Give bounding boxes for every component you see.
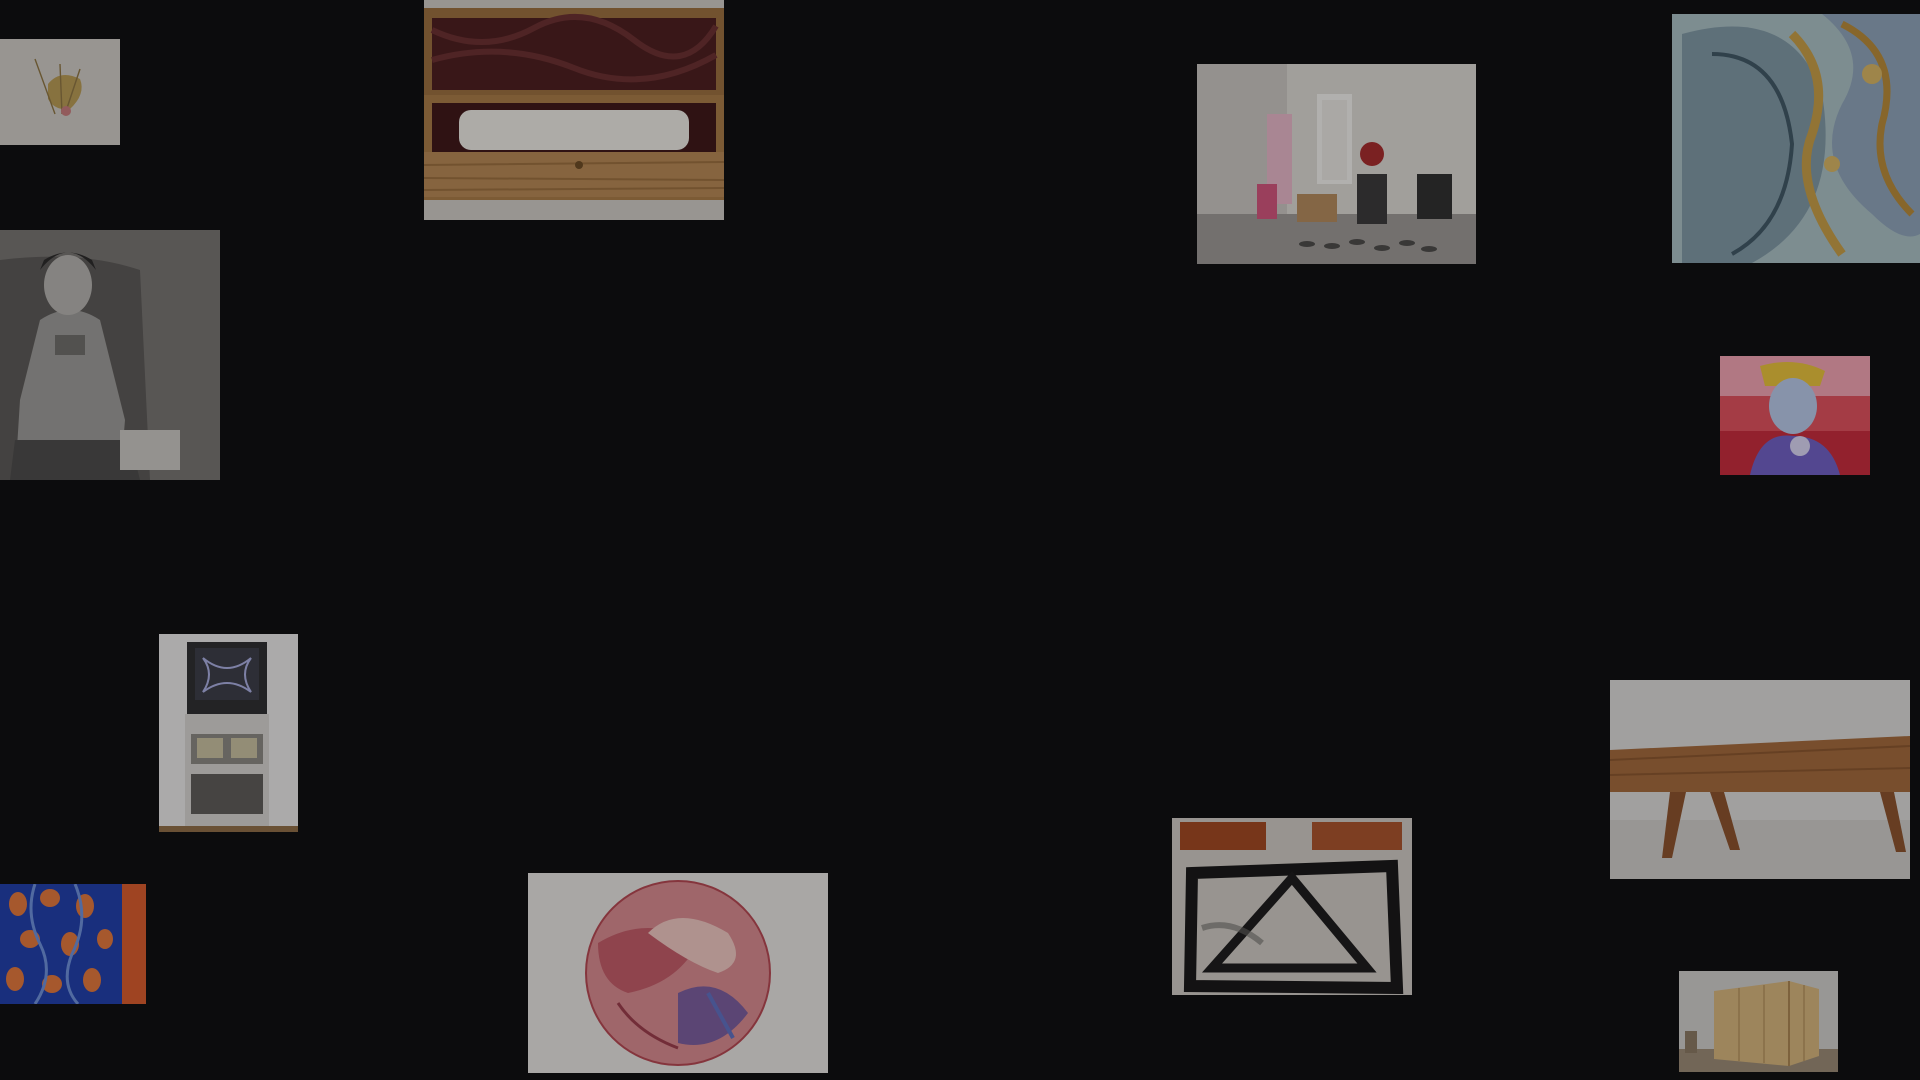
artwork-thumbnail-portrait-photo[interactable]: [0, 230, 220, 480]
bw-portrait-photo-thumbnail-icon: [0, 230, 220, 480]
artwork-thumbnail-surreal-painting[interactable]: [1672, 14, 1920, 263]
artwork-thumbnail-wooden-box[interactable]: [424, 0, 724, 220]
tv-cabinet-installation-thumbnail-icon: [159, 634, 298, 832]
surreal-painting-thumbnail-icon: [1672, 14, 1920, 263]
botanical-drawing-thumbnail-icon: [0, 39, 120, 145]
cluttered-room-photo-thumbnail-icon: [1197, 64, 1476, 264]
artwork-thumbnail-abstract-painting[interactable]: [1172, 818, 1412, 995]
expressionist-portrait-thumbnail-icon: [1720, 356, 1870, 475]
artwork-thumbnail-tv-installation[interactable]: [159, 634, 298, 832]
artwork-thumbnail-botanical-drawing[interactable]: [0, 39, 120, 145]
wooden-shed-installation-thumbnail-icon: [1679, 971, 1838, 1072]
artwork-thumbnail-room-photo[interactable]: [1197, 64, 1476, 264]
wooden-bench-thumbnail-icon: [1610, 680, 1910, 879]
artwork-thumbnail-circular-drawing[interactable]: [528, 873, 828, 1073]
artwork-thumbnail-pattern-painting[interactable]: [0, 884, 146, 1004]
artwork-thumbnail-wooden-bench[interactable]: [1610, 680, 1910, 879]
circular-line-drawing-thumbnail-icon: [528, 873, 828, 1073]
blue-orange-pattern-thumbnail-icon: [0, 884, 146, 1004]
artwork-thumbnail-expressionist-portrait[interactable]: [1720, 356, 1870, 475]
abstract-brush-painting-thumbnail-icon: [1172, 818, 1412, 995]
wooden-box-scroll-thumbnail-icon: [424, 0, 724, 220]
artwork-thumbnail-wooden-shed[interactable]: [1679, 971, 1838, 1072]
